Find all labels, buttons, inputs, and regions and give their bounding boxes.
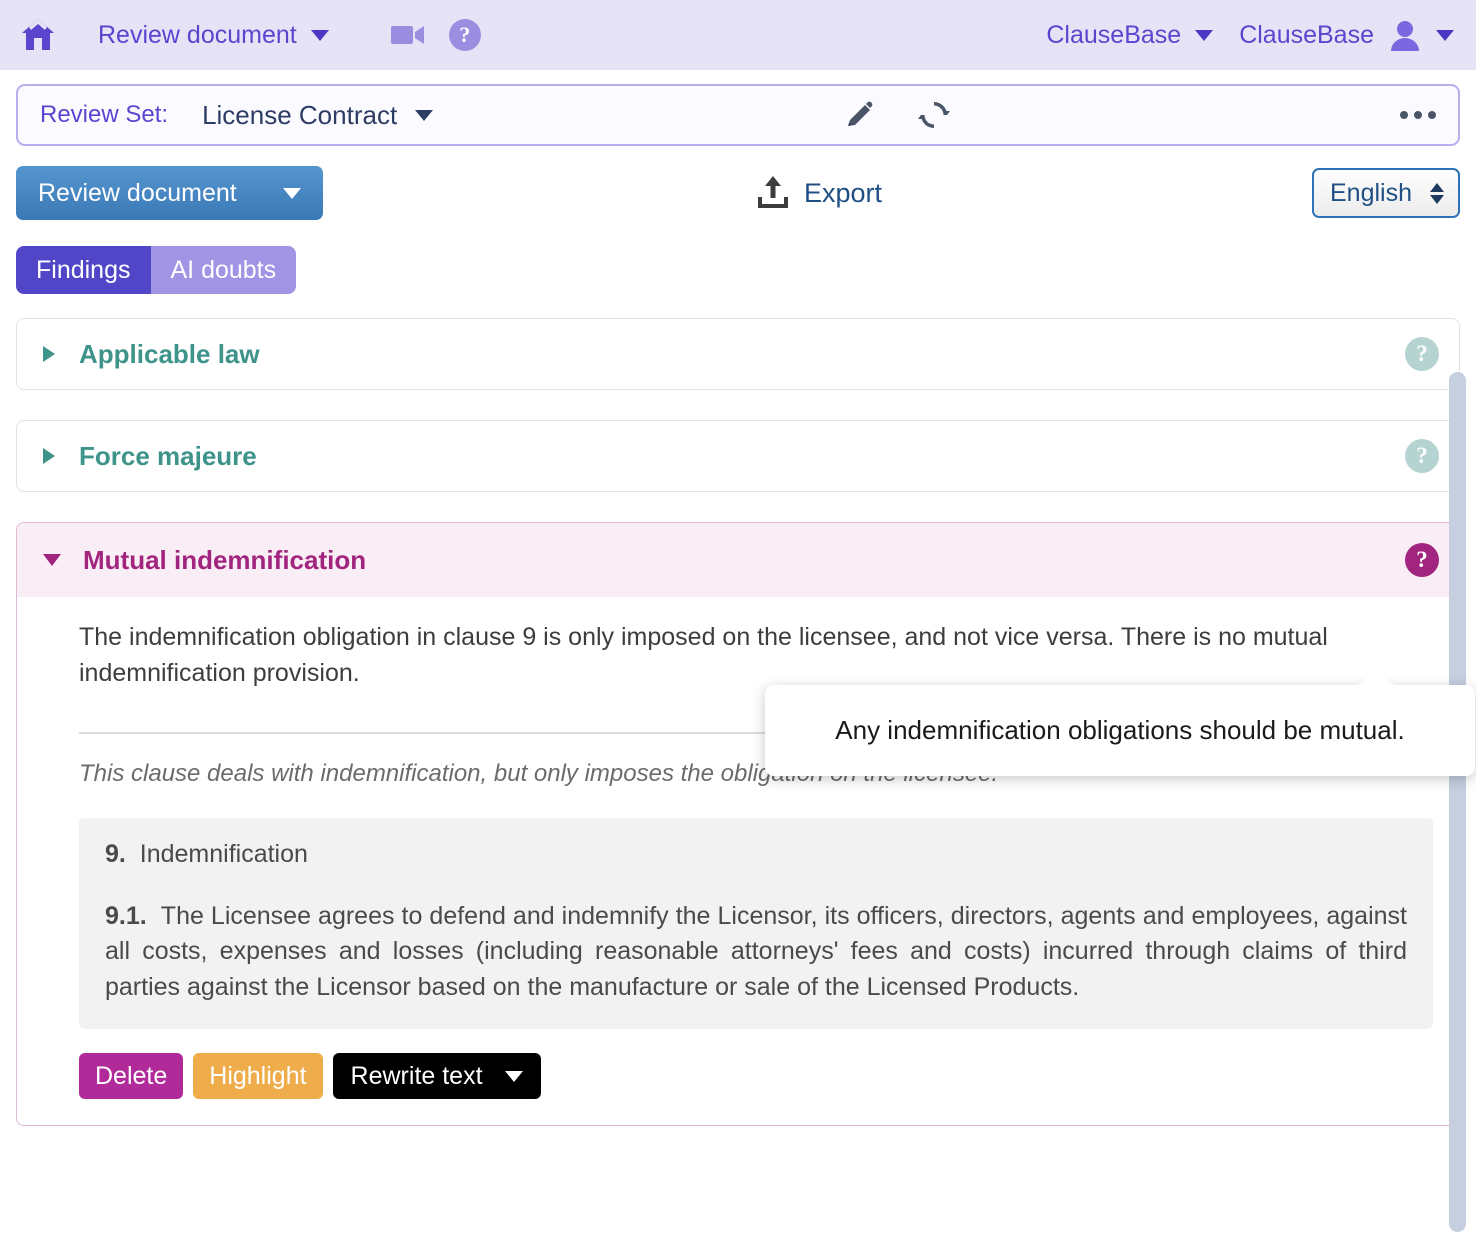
rewrite-text-button[interactable]: Rewrite text: [332, 1053, 541, 1099]
export-label: Export: [804, 177, 883, 208]
review-set-bar: Review Set: License Contract: [16, 84, 1460, 146]
finding-card-header[interactable]: Applicable law ?: [17, 319, 1459, 389]
chevron-right-icon: [43, 448, 55, 464]
highlight-button[interactable]: Highlight: [193, 1053, 323, 1099]
export-button[interactable]: Export: [756, 173, 882, 214]
finding-card-mutual-indemnification[interactable]: Mutual indemnification ? The indemnifica…: [16, 522, 1460, 1126]
finding-card-body: The indemnification obligation in clause…: [17, 597, 1459, 1125]
review-document-button[interactable]: Review document: [16, 166, 323, 220]
review-set-value[interactable]: License Contract: [202, 100, 397, 131]
finding-card-applicable-law[interactable]: Applicable law ?: [16, 318, 1460, 390]
chevron-down-icon: [504, 1070, 523, 1082]
finding-card-force-majeure[interactable]: Force majeure ?: [16, 420, 1460, 492]
user-avatar-icon: [1388, 18, 1422, 52]
upload-icon: [756, 173, 790, 214]
clause-heading-line: 9. Indemnification: [105, 840, 1407, 869]
help-circle-icon[interactable]: ?: [1405, 439, 1439, 473]
review-document-button-label: Review document: [38, 178, 237, 207]
chevron-down-icon: [282, 187, 301, 199]
finding-title: Applicable law: [79, 338, 260, 369]
help-circle-icon[interactable]: ?: [1405, 543, 1439, 577]
top-navigation-bar: Review document ? ClauseBase ClauseBase: [0, 0, 1476, 70]
video-camera-icon[interactable]: [390, 23, 425, 47]
pencil-icon[interactable]: [843, 99, 875, 131]
help-circle-icon[interactable]: ?: [448, 19, 481, 51]
chevron-down-icon: [310, 29, 329, 41]
finding-card-header[interactable]: Mutual indemnification ?: [17, 523, 1459, 597]
home-icon[interactable]: [18, 15, 58, 55]
review-set-actions: [843, 98, 951, 132]
chevron-down-icon: [43, 554, 61, 566]
chevron-down-icon[interactable]: [415, 109, 434, 121]
clause-quote-box: 9. Indemnification 9.1. The Licensee agr…: [79, 817, 1433, 1029]
app-mode-label: Review document: [98, 20, 297, 49]
user-label: ClauseBase: [1239, 20, 1374, 49]
tab-findings[interactable]: Findings: [16, 246, 151, 294]
topbar-icon-group: ?: [390, 19, 481, 51]
language-select[interactable]: English: [1312, 168, 1460, 218]
clause-action-buttons: Delete Highlight Rewrite text: [79, 1053, 1433, 1099]
help-tooltip: Any indemnification obligations should b…: [765, 668, 1475, 776]
finding-title: Mutual indemnification: [83, 544, 367, 575]
findings-tab-group: Findings AI doubts: [16, 246, 297, 294]
scrollbar-thumb[interactable]: [1449, 372, 1466, 1232]
clause-body-text: The Licensee agrees to defend and indemn…: [105, 901, 1407, 1001]
spinner-arrows-icon: [1430, 182, 1444, 204]
finding-title: Force majeure: [79, 440, 257, 471]
tab-ai-doubts[interactable]: AI doubts: [150, 246, 297, 294]
scrollbar[interactable]: [1449, 372, 1466, 1242]
language-value: English: [1330, 178, 1412, 207]
clause-number: 9.: [105, 839, 126, 868]
clause-sub-number: 9.1.: [105, 901, 147, 930]
tooltip-text: Any indemnification obligations should b…: [835, 715, 1405, 745]
help-circle-icon[interactable]: ?: [1405, 337, 1439, 371]
app-mode-menu[interactable]: Review document: [98, 21, 329, 50]
finding-card-header[interactable]: Force majeure ?: [17, 421, 1459, 491]
ellipsis-icon[interactable]: [1400, 111, 1436, 119]
tab-findings-label: Findings: [36, 255, 131, 284]
chevron-down-icon: [1436, 29, 1454, 41]
rewrite-text-label: Rewrite text: [350, 1061, 483, 1090]
review-set-label: Review Set:: [40, 101, 169, 128]
refresh-icon[interactable]: [917, 98, 951, 132]
organization-label: ClauseBase: [1046, 20, 1182, 49]
user-menu[interactable]: ClauseBase: [1239, 18, 1454, 52]
action-toolbar: Review document Export English: [16, 164, 1460, 222]
clause-heading: Indemnification: [139, 839, 308, 868]
chevron-right-icon: [43, 346, 55, 362]
tab-ai-doubts-label: AI doubts: [170, 255, 277, 284]
organization-menu[interactable]: ClauseBase: [1046, 20, 1214, 50]
tooltip-arrow: [1357, 668, 1395, 686]
delete-button[interactable]: Delete: [79, 1053, 184, 1099]
chevron-down-icon: [1195, 29, 1214, 41]
clause-body-line: 9.1. The Licensee agrees to defend and i…: [105, 899, 1407, 1006]
topbar-right-group: ClauseBase ClauseBase: [1046, 18, 1462, 52]
finding-description: The indemnification obligation in clause…: [79, 623, 1328, 688]
